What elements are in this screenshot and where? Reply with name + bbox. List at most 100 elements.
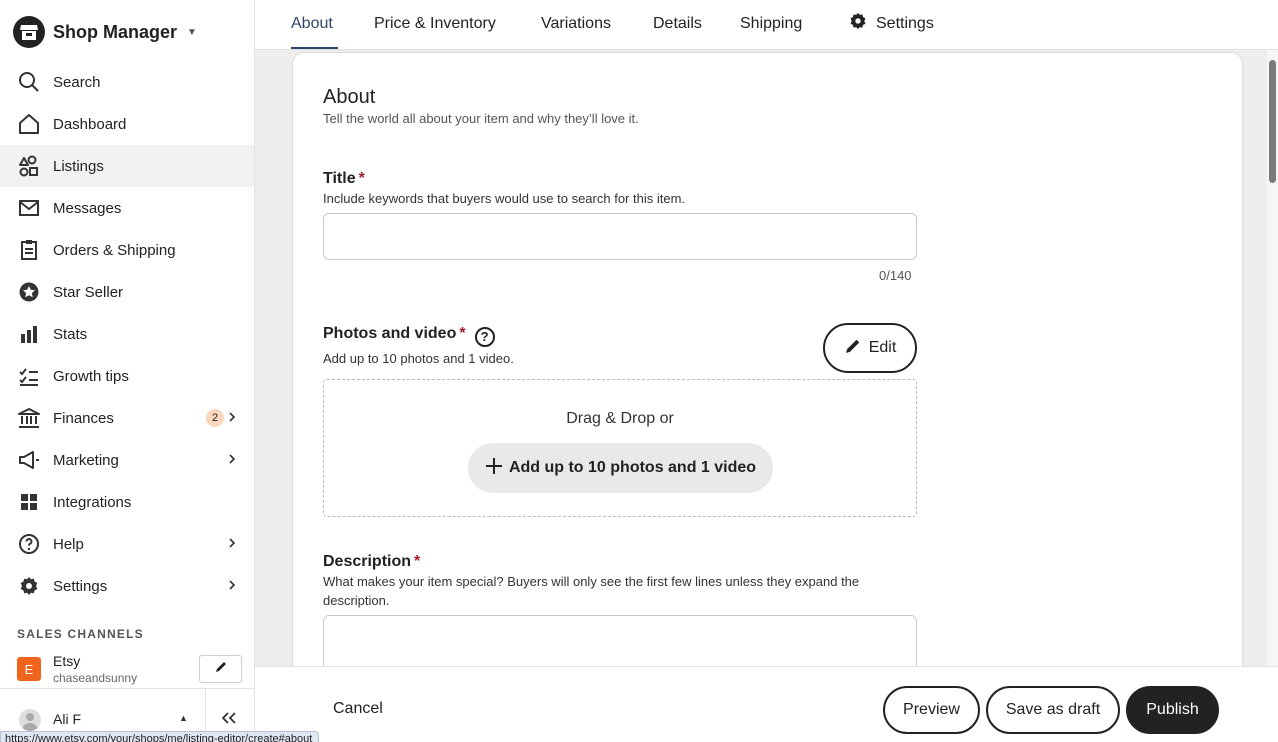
megaphone-icon xyxy=(18,449,40,471)
sales-channels-heading: SALES CHANNELS xyxy=(17,627,144,641)
channel-etsy[interactable]: E Etsy chaseandsunny xyxy=(17,653,137,685)
channel-shop-name: chaseandsunny xyxy=(53,671,138,685)
chevron-right-icon xyxy=(228,452,236,470)
sidebar-item-label: Star Seller xyxy=(53,283,124,301)
etsy-logo-icon: E xyxy=(17,657,41,681)
user-name: Ali F xyxy=(53,711,81,727)
sidebar-item-label: Listings xyxy=(53,157,104,175)
sidebar-item-settings[interactable]: Settings xyxy=(0,565,254,607)
description-help: What makes your item special? Buyers wil… xyxy=(323,574,860,608)
sidebar-item-label: Stats xyxy=(53,325,88,343)
sidebar-item-finances[interactable]: Finances 2 xyxy=(0,397,254,439)
sidebar-item-label: Dashboard xyxy=(53,115,127,133)
avatar xyxy=(19,709,41,731)
sidebar-item-help[interactable]: Help xyxy=(0,523,254,565)
tab-settings-label: Settings xyxy=(876,14,934,32)
title-label: Title * xyxy=(323,170,365,188)
required-marker: * xyxy=(358,170,365,187)
brand-title: Shop Manager xyxy=(53,21,178,42)
description-textarea[interactable] xyxy=(323,615,917,666)
tab-details[interactable]: Details xyxy=(653,15,702,33)
section-title: About xyxy=(323,86,376,108)
sidebar-item-label: Settings xyxy=(53,577,108,595)
sidebar-item-orders-shipping[interactable]: Orders & Shipping xyxy=(0,229,254,271)
sidebar-item-label: Orders & Shipping xyxy=(53,241,176,259)
scrollbar[interactable] xyxy=(1267,50,1278,666)
tab-price-inventory[interactable]: Price & Inventory xyxy=(374,15,496,33)
main-content: About Tell the world all about your item… xyxy=(255,50,1267,666)
title-char-counter: 0/140 xyxy=(879,268,912,283)
grid-icon xyxy=(18,491,40,513)
photo-dropzone[interactable]: Drag & Drop or Add up to 10 photos and 1… xyxy=(323,379,917,517)
shop-logo-icon xyxy=(13,16,45,48)
chevron-right-icon xyxy=(228,410,236,428)
sidebar-item-marketing[interactable]: Marketing xyxy=(0,439,254,481)
edit-photos-button[interactable]: Edit xyxy=(823,323,917,373)
sidebar-item-integrations[interactable]: Integrations xyxy=(0,481,254,523)
section-subtitle: Tell the world all about your item and w… xyxy=(323,111,639,126)
sidebar-item-listings[interactable]: Listings xyxy=(0,145,254,187)
tab-shipping[interactable]: Shipping xyxy=(740,15,802,33)
scrollbar-thumb[interactable] xyxy=(1269,60,1276,183)
sidebar-item-label: Help xyxy=(53,535,84,553)
clipboard-icon xyxy=(18,239,40,261)
drop-text: Drag & Drop or xyxy=(566,410,674,427)
envelope-icon xyxy=(18,197,40,219)
save-draft-button[interactable]: Save as draft xyxy=(986,686,1120,734)
cancel-button[interactable]: Cancel xyxy=(333,700,383,718)
tab-settings[interactable]: Settings xyxy=(849,12,934,35)
shapes-icon xyxy=(18,155,40,177)
caret-up-icon: ▲ xyxy=(179,713,188,723)
title-help: Include keywords that buyers would use t… xyxy=(323,191,686,206)
listing-editor-tabs: About Price & Inventory Variations Detai… xyxy=(255,0,1278,50)
double-chevron-left-icon xyxy=(220,712,238,729)
title-input[interactable] xyxy=(323,213,917,260)
required-marker: * xyxy=(459,325,466,342)
sidebar-item-label: Messages xyxy=(53,199,122,217)
help-circle-icon[interactable]: ? xyxy=(474,326,495,347)
sidebar-item-label: Integrations xyxy=(53,493,132,511)
sidebar-item-label: Finances xyxy=(53,409,114,427)
about-card: About Tell the world all about your item… xyxy=(292,52,1243,666)
sidebar-item-label: Growth tips xyxy=(53,367,129,385)
sidebar-item-star-seller[interactable]: Star Seller xyxy=(0,271,254,313)
add-photos-label: Add up to 10 photos and 1 video xyxy=(508,459,757,476)
required-marker: * xyxy=(414,553,421,570)
photos-label: Photos and video *? xyxy=(323,325,495,347)
checklist-icon xyxy=(18,365,40,387)
sidebar-item-search[interactable]: Search xyxy=(0,61,254,103)
add-photos-button[interactable]: Add up to 10 photos and 1 video xyxy=(468,443,773,493)
sidebar: Shop Manager ▼ Search Dashboard Listings… xyxy=(0,0,255,742)
sidebar-item-label: Marketing xyxy=(53,451,119,469)
tab-variations[interactable]: Variations xyxy=(541,15,611,33)
gear-icon xyxy=(18,575,40,597)
search-icon xyxy=(18,71,40,93)
status-bar-url: https://www.etsy.com/your/shops/me/listi… xyxy=(0,731,320,742)
home-icon xyxy=(18,113,40,135)
photos-label-text: Photos and video xyxy=(323,325,457,342)
star-badge-icon xyxy=(18,281,40,303)
pencil-icon xyxy=(214,660,228,679)
edit-photos-label: Edit xyxy=(868,339,897,356)
tab-about[interactable]: About xyxy=(291,15,333,33)
publish-button[interactable]: Publish xyxy=(1126,686,1219,734)
edit-channel-button[interactable] xyxy=(199,655,242,683)
sidebar-item-label: Search xyxy=(53,73,101,91)
chevron-right-icon xyxy=(228,578,236,596)
collapse-sidebar-button[interactable] xyxy=(220,711,238,730)
description-label: Description * xyxy=(323,553,420,571)
channel-name: Etsy xyxy=(53,653,81,669)
title-label-text: Title xyxy=(323,170,356,187)
sidebar-item-stats[interactable]: Stats xyxy=(0,313,254,355)
shop-manager-menu[interactable]: Shop Manager ▼ xyxy=(13,16,197,48)
preview-button[interactable]: Preview xyxy=(883,686,980,734)
action-footer: Cancel Preview Save as draft Publish xyxy=(255,666,1278,742)
sidebar-item-dashboard[interactable]: Dashboard xyxy=(0,103,254,145)
sidebar-item-messages[interactable]: Messages xyxy=(0,187,254,229)
sidebar-nav: Search Dashboard Listings Messages Order… xyxy=(0,61,254,607)
plus-icon xyxy=(485,457,503,480)
sidebar-item-growth-tips[interactable]: Growth tips xyxy=(0,355,254,397)
notification-badge: 2 xyxy=(206,409,224,427)
caret-down-icon: ▼ xyxy=(187,26,197,38)
chevron-right-icon xyxy=(228,536,236,554)
